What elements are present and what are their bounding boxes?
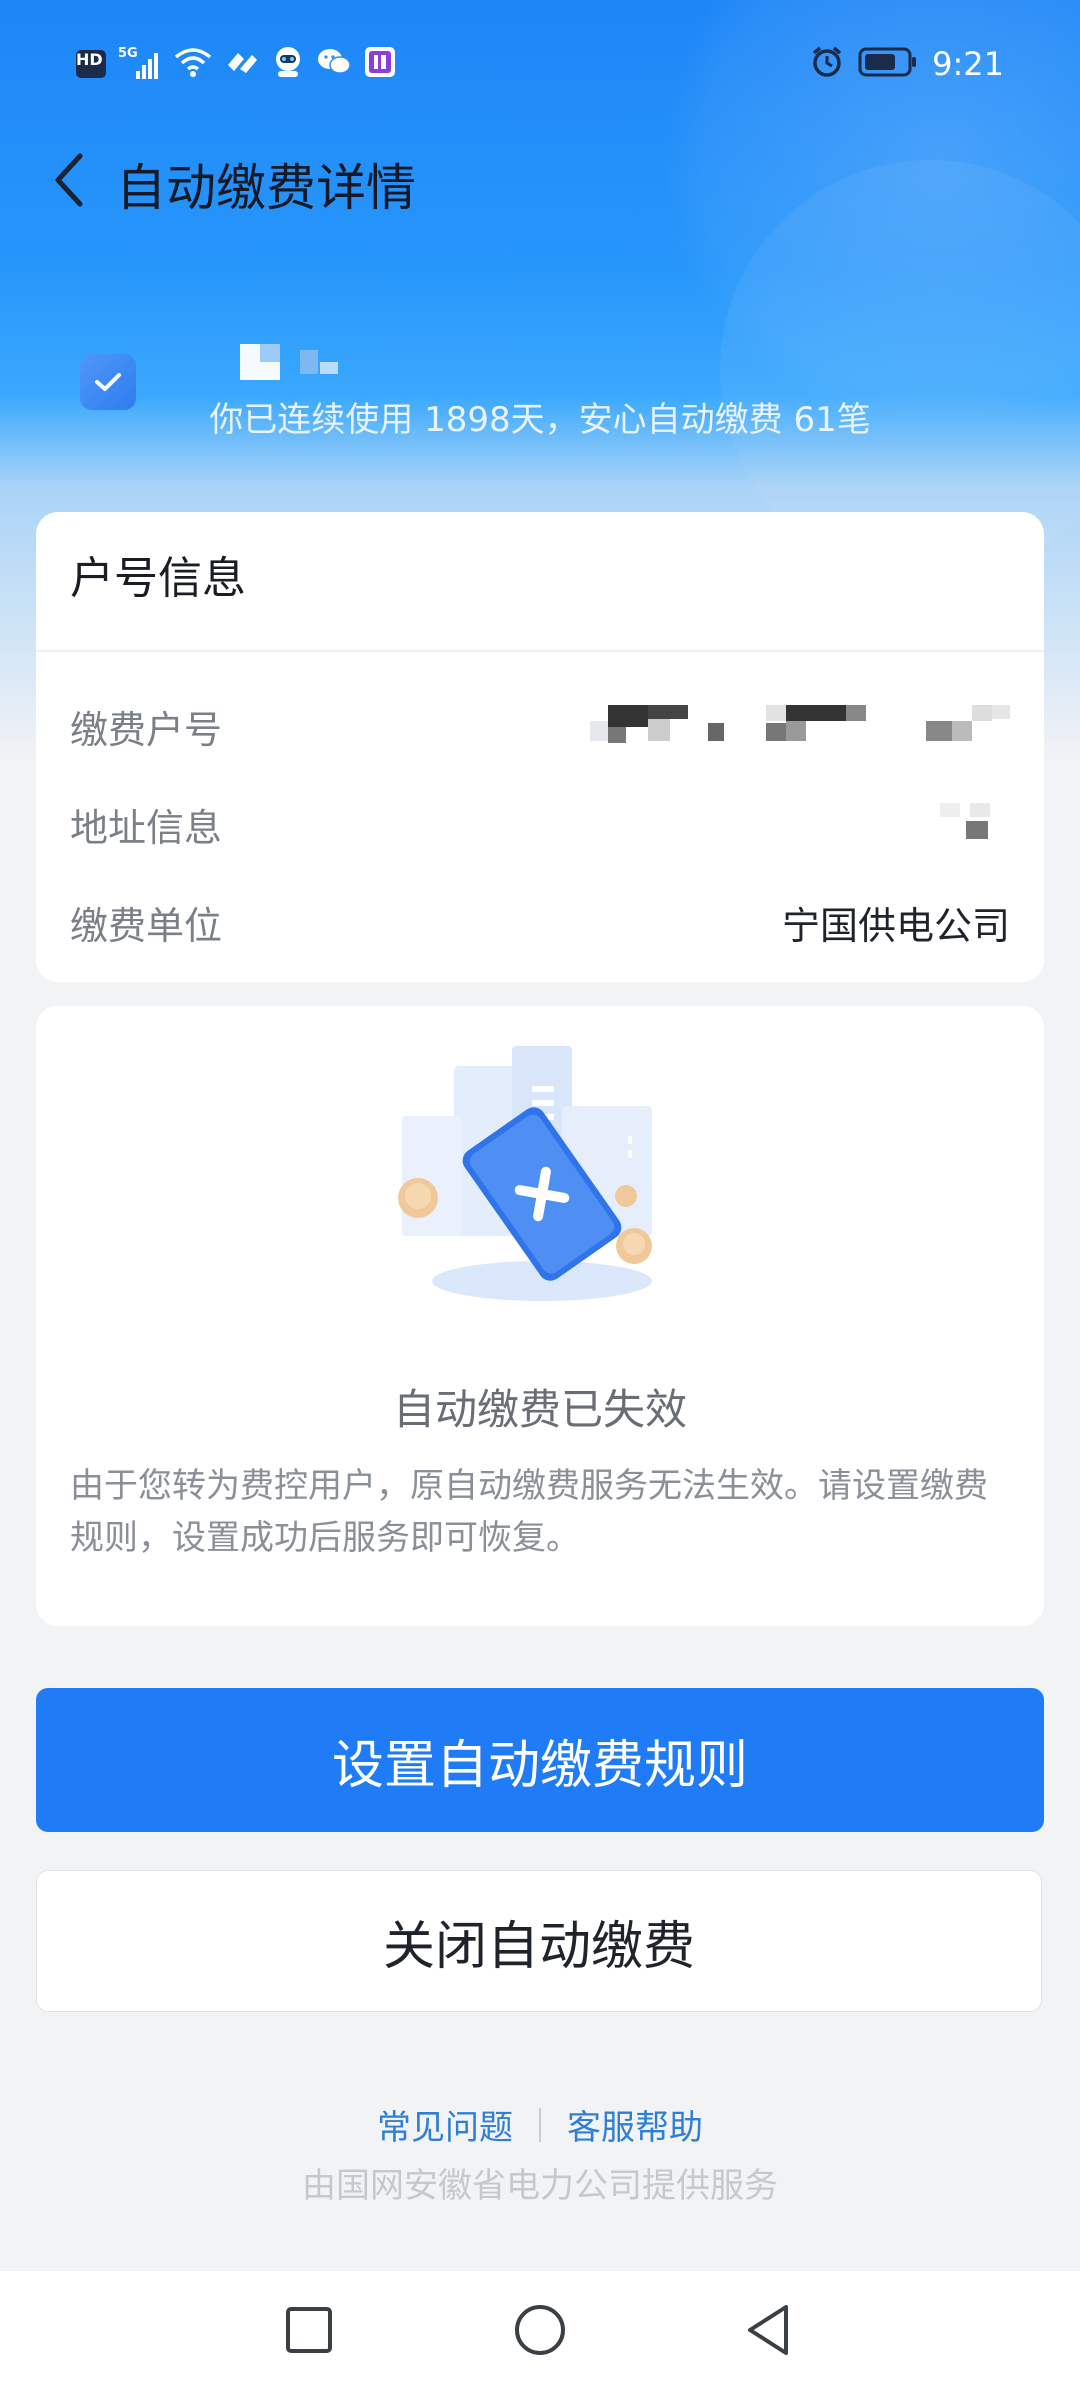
triangle-back-icon bbox=[748, 2305, 788, 2355]
svg-text:5G: 5G bbox=[118, 46, 138, 61]
home-button[interactable] bbox=[505, 2295, 575, 2365]
system-nav-bar bbox=[0, 2271, 1080, 2389]
account-number-label: 缴费户号 bbox=[70, 707, 223, 752]
faq-link[interactable]: 常见问题 bbox=[377, 2100, 513, 2149]
autopay-status-card: 自动缴费已失效 由于您转为费控用户，原自动缴费服务无法生效。请设置缴费规则，设置… bbox=[36, 1006, 1044, 1626]
masked-account-number bbox=[590, 699, 1010, 753]
wifi-icon bbox=[174, 46, 212, 82]
footer-divider bbox=[539, 2107, 541, 2142]
hifive-icon bbox=[224, 47, 260, 81]
billing-unit-row: 缴费单位 宁国供电公司 bbox=[70, 892, 1010, 952]
status-right: 9:21 bbox=[810, 44, 1004, 84]
robot-app-icon bbox=[272, 45, 304, 83]
billing-unit-value: 宁国供电公司 bbox=[781, 903, 1010, 948]
masked-user-name bbox=[240, 342, 350, 382]
usage-summary: 你已连续使用 1898天，安心自动缴费 61笔 bbox=[0, 320, 1080, 460]
back-nav-button[interactable] bbox=[734, 2295, 804, 2365]
masked-address bbox=[930, 797, 1010, 851]
square-icon bbox=[286, 2307, 332, 2353]
footer-links: 常见问题 客服帮助 bbox=[0, 2100, 1080, 2149]
signal-5g-icon: 5G bbox=[118, 43, 162, 85]
battery-icon bbox=[858, 46, 918, 82]
close-autopay-button[interactable]: 关闭自动缴费 bbox=[36, 1870, 1042, 2012]
address-label: 地址信息 bbox=[70, 805, 223, 850]
clock-time: 9:21 bbox=[932, 45, 1004, 83]
usage-text: 你已连续使用 1898天，安心自动缴费 61笔 bbox=[209, 400, 871, 440]
store-app-icon bbox=[364, 46, 396, 82]
autopay-status-title: 自动缴费已失效 bbox=[392, 1385, 687, 1434]
recent-apps-button[interactable] bbox=[274, 2295, 344, 2365]
card-title: 户号信息 bbox=[70, 553, 246, 604]
nav-bar: 自动缴费详情 bbox=[0, 130, 1080, 240]
customer-service-link[interactable]: 客服帮助 bbox=[567, 2100, 703, 2149]
autopay-invalid-illustration bbox=[392, 1046, 692, 1316]
status-left: HD 5G bbox=[76, 44, 396, 84]
account-info-card: 户号信息 缴费户号 地址信息 缴费单位 宁国供电公司 bbox=[36, 512, 1044, 982]
circle-icon bbox=[515, 2305, 565, 2355]
hd-icon: HD bbox=[76, 50, 106, 78]
billing-unit-label: 缴费单位 bbox=[70, 903, 223, 948]
status-bar: HD 5G 9:21 bbox=[0, 0, 1080, 130]
chevron-left-icon bbox=[55, 153, 83, 207]
wechat-icon bbox=[316, 47, 352, 81]
set-autopay-rule-button[interactable]: 设置自动缴费规则 bbox=[36, 1688, 1044, 1832]
page-title: 自动缴费详情 bbox=[116, 159, 416, 217]
autopay-status-description: 由于您转为费控用户，原自动缴费服务无法生效。请设置缴费规则，设置成功后服务即可恢… bbox=[70, 1466, 988, 1558]
provider-text: 由国网安徽省电力公司提供服务 bbox=[302, 2166, 778, 2206]
divider bbox=[36, 650, 1044, 652]
address-row: 地址信息 bbox=[70, 794, 1010, 854]
account-number-row: 缴费户号 bbox=[70, 696, 1010, 756]
alarm-icon bbox=[810, 45, 844, 83]
back-button[interactable] bbox=[30, 140, 110, 220]
